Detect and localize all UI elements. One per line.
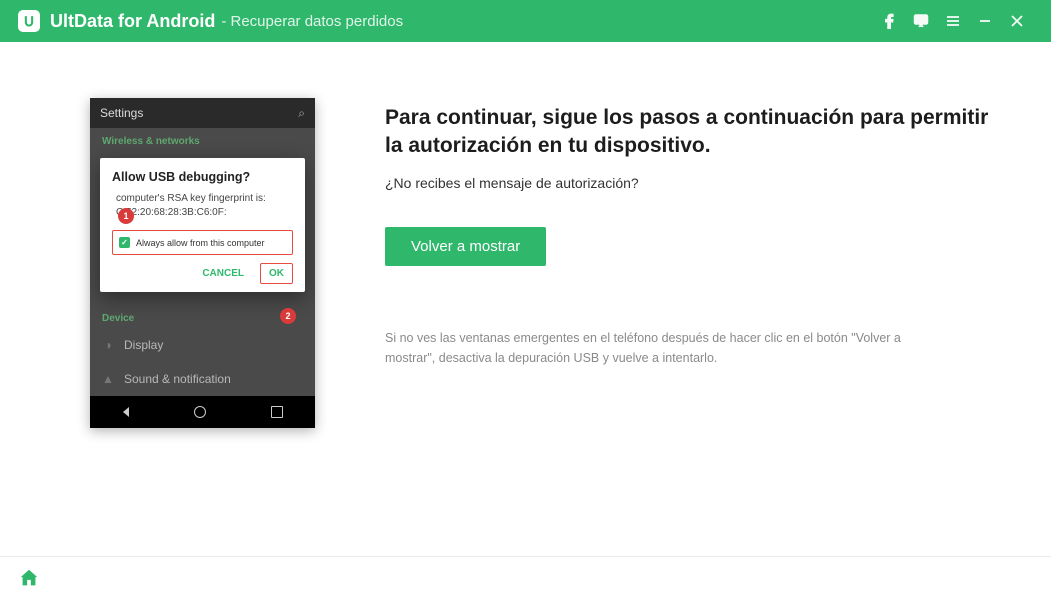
settings-section-device: Device bbox=[90, 305, 315, 328]
nav-recent-icon bbox=[271, 406, 283, 418]
settings-section-wireless: Wireless & networks bbox=[90, 128, 315, 151]
facebook-icon[interactable] bbox=[873, 0, 905, 42]
menu-icon[interactable] bbox=[937, 0, 969, 42]
dialog-always-allow-row: ✓ Always allow from this computer bbox=[112, 230, 293, 255]
dialog-ok-button: OK bbox=[260, 263, 293, 284]
search-icon: ⌕ bbox=[298, 106, 305, 121]
instruction-note: Si no ves las ventanas emergentes en el … bbox=[385, 328, 945, 368]
dialog-fingerprint-text: computer's RSA key fingerprint is: C:52:… bbox=[112, 192, 293, 220]
step-badge-1: 1 bbox=[118, 208, 134, 224]
dialog-title: Allow USB debugging? bbox=[112, 170, 293, 184]
content-area: Settings ⌕ Wireless & networks ▾Wi-Fi Al… bbox=[0, 42, 1051, 556]
phone-settings-title: Settings bbox=[100, 106, 143, 120]
phone-mockup: Settings ⌕ Wireless & networks ▾Wi-Fi Al… bbox=[90, 98, 315, 428]
instruction-subtext: ¿No recibes el mensaje de autorización? bbox=[385, 175, 991, 191]
usb-debugging-dialog: Allow USB debugging? computer's RSA key … bbox=[100, 158, 305, 292]
app-title: UltData for Android bbox=[50, 11, 215, 32]
display-icon: ◑ bbox=[102, 338, 114, 352]
footer-bar bbox=[0, 556, 1051, 600]
instruction-column: Para continuar, sigue los pasos a contin… bbox=[385, 98, 991, 526]
dialog-cancel-button: CANCEL bbox=[196, 264, 250, 283]
feedback-icon[interactable] bbox=[905, 0, 937, 42]
nav-home-icon bbox=[194, 406, 206, 418]
close-button[interactable] bbox=[1001, 0, 1033, 42]
home-button[interactable] bbox=[18, 567, 42, 591]
app-window: UltData for Android - Recuperar datos pe… bbox=[0, 0, 1051, 600]
nav-back-icon bbox=[123, 407, 129, 417]
dialog-always-allow-label: Always allow from this computer bbox=[136, 238, 265, 248]
phone-navbar bbox=[90, 396, 315, 428]
titlebar: UltData for Android - Recuperar datos pe… bbox=[0, 0, 1051, 42]
app-subtitle: - Recuperar datos perdidos bbox=[221, 13, 403, 30]
retry-show-button[interactable]: Volver a mostrar bbox=[385, 227, 546, 266]
checkbox-checked-icon: ✓ bbox=[119, 237, 130, 248]
instruction-heading: Para continuar, sigue los pasos a contin… bbox=[385, 104, 991, 161]
bell-icon: ▲ bbox=[102, 372, 114, 386]
minimize-button[interactable] bbox=[969, 0, 1001, 42]
phone-statusbar: Settings ⌕ bbox=[90, 98, 315, 128]
settings-row-sound: ▲Sound & notification bbox=[90, 362, 315, 396]
phone-preview-column: Settings ⌕ Wireless & networks ▾Wi-Fi Al… bbox=[90, 98, 315, 526]
settings-row-display: ◑Display bbox=[90, 328, 315, 362]
phone-screen: Wireless & networks ▾Wi-Fi Allow USB deb… bbox=[90, 128, 315, 396]
app-logo-icon bbox=[18, 10, 40, 32]
